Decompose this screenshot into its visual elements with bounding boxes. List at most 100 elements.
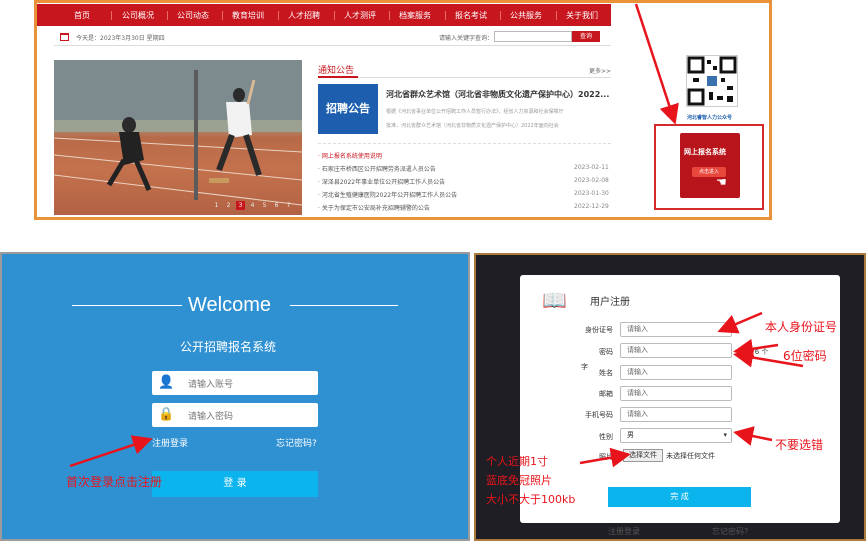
- carousel-page-4[interactable]: 4: [248, 201, 257, 210]
- carousel-page-5[interactable]: 5: [260, 201, 269, 210]
- entry-title: 网上报名系统: [684, 148, 726, 156]
- news-date: 2023-01-30: [574, 190, 609, 197]
- name-label: 姓名: [599, 369, 613, 377]
- main-nav-bar: 首页 公司概况 公司动态 教育培训 人才招聘 人才测评 档案服务 报名考试 公共…: [37, 4, 611, 26]
- carousel-photo[interactable]: 1 2 3 4 5 6 7: [54, 60, 302, 215]
- hand-cursor-icon: ☚: [716, 175, 727, 189]
- nav-item-exam[interactable]: 报名考试: [455, 10, 487, 21]
- register-password-input[interactable]: 请输入: [620, 343, 732, 358]
- nav-item-company[interactable]: 公司概况: [122, 10, 154, 21]
- nav-item-about[interactable]: 关于我们: [566, 10, 598, 21]
- news-date: 2023-02-08: [574, 177, 609, 184]
- search-button[interactable]: 查询: [572, 31, 600, 42]
- email-label: 邮箱: [599, 390, 613, 398]
- book-icon: 📖: [542, 288, 567, 312]
- nav-separator: [111, 11, 112, 20]
- news-item[interactable]: · 石家庄市桥西区公开招聘劳务派遣人员公告: [318, 164, 436, 173]
- gender-select[interactable]: 男 ▾: [620, 428, 732, 443]
- nav-separator: [445, 11, 446, 20]
- nav-item-archives[interactable]: 档案服务: [399, 10, 431, 21]
- account-input[interactable]: 👤 请输入账号: [152, 371, 318, 395]
- nav-item-assessment[interactable]: 人才测评: [344, 10, 376, 21]
- password-label: 密码: [599, 348, 613, 356]
- email-input[interactable]: 请输入: [620, 386, 732, 401]
- phone-label: 手机号码: [585, 411, 613, 419]
- news-date: 2022-12-29: [574, 203, 609, 210]
- annotation-photo-line3: 大小不大于100kb: [486, 493, 576, 506]
- annotation-photo-line1: 个人近期1寸: [486, 455, 548, 468]
- gender-value: 男: [627, 431, 634, 439]
- qr-code-icon: [686, 55, 738, 107]
- carousel-page-1[interactable]: 1: [212, 201, 221, 210]
- nav-item-news[interactable]: 公司动态: [177, 10, 209, 21]
- nav-separator: [556, 11, 557, 20]
- carousel-page-7[interactable]: 7: [284, 201, 293, 210]
- password-input[interactable]: 🔒 请输入密码: [152, 403, 318, 427]
- account-placeholder: 请输入账号: [188, 380, 234, 390]
- notice-divider: [318, 77, 611, 78]
- register-login-link[interactable]: 注册登录: [152, 436, 188, 449]
- dropdown-arrow-icon: ▾: [723, 431, 727, 439]
- news-item[interactable]: · 深泽县2022年事业单位公开招聘工作人员公告: [318, 177, 445, 186]
- nav-separator: [222, 11, 223, 20]
- news-item[interactable]: · 关于为保定市公安局补充招聘辅警的公告: [318, 203, 430, 212]
- keyword-search-input[interactable]: [494, 31, 572, 42]
- track-photo-illustration: [54, 60, 302, 206]
- nav-separator: [167, 11, 168, 20]
- welcome-heading: Welcome: [188, 294, 271, 316]
- welcome-line-left: [72, 305, 182, 306]
- calendar-icon: [60, 33, 69, 41]
- online-registration-entry[interactable]: 网上报名系统 点击进入 ☚: [680, 133, 740, 198]
- nav-item-public[interactable]: 公共服务: [510, 10, 542, 21]
- name-input[interactable]: 请输入: [620, 365, 732, 380]
- password-placeholder: 请输入密码: [188, 412, 234, 422]
- recruit-banner-image[interactable]: 招聘公告: [318, 84, 378, 134]
- annotation-gender: 不要选错: [775, 438, 824, 452]
- date-search-bar: 今天是：2023年3月30日 星期四 请输入关键字查询： 查询: [54, 30, 611, 46]
- login-button[interactable]: 登 录: [152, 471, 318, 497]
- nav-separator: [334, 11, 335, 20]
- current-date: 今天是：2023年3月30日 星期四: [76, 35, 165, 42]
- complete-button[interactable]: 完 成: [608, 487, 751, 507]
- news-divider: [318, 143, 611, 144]
- carousel-page-6[interactable]: 6: [272, 201, 281, 210]
- file-status: 未选择任何文件: [666, 452, 715, 460]
- annotation-password: 6位密码: [783, 349, 827, 363]
- bottom-forgot-link[interactable]: 忘记密码?: [712, 526, 748, 537]
- headline-summary-line1: 根据《河北省事业单位公开招聘工作人员暂行办法》，经省人力资源和社会保障厅: [386, 109, 564, 115]
- carousel-page-2[interactable]: 2: [224, 201, 233, 210]
- id-number-input[interactable]: 请输入: [620, 322, 732, 337]
- annotation-first-login: 首次登录点击注册: [66, 475, 163, 489]
- more-link[interactable]: 更多>>: [589, 66, 611, 75]
- nav-item-training[interactable]: 教育培训: [232, 10, 264, 21]
- news-item[interactable]: · 网上报名系统使用说明: [318, 151, 382, 160]
- lock-icon: 🔒: [158, 407, 175, 422]
- annotation-id: 本人身份证号: [765, 320, 838, 334]
- notice-section-title: 通知公告: [318, 66, 355, 76]
- bottom-register-link[interactable]: 注册登录: [608, 526, 640, 537]
- user-icon: 👤: [158, 375, 175, 390]
- notice-tab-underline: [318, 76, 358, 78]
- register-title: 用户注册: [590, 297, 630, 308]
- nav-separator: [278, 11, 279, 20]
- welcome-line-right: [290, 305, 398, 306]
- search-label: 请输入关键字查询：: [439, 35, 494, 42]
- photo-label: 照片: [599, 453, 613, 461]
- id-number-label: 身份证号: [585, 326, 613, 334]
- carousel-page-3-active[interactable]: 3: [236, 201, 245, 210]
- system-subtitle: 公开招聘报名系统: [180, 340, 277, 354]
- gender-label: 性别: [599, 433, 613, 441]
- forgot-password-link[interactable]: 忘记密码?: [276, 436, 317, 449]
- nav-item-recruit[interactable]: 人才招聘: [288, 10, 320, 21]
- headline-link[interactable]: 河北省群众艺术馆（河北省非物质文化遗产保护中心）2022...: [386, 89, 609, 100]
- qr-pattern: [687, 56, 737, 106]
- news-date: 2023-02-11: [574, 164, 609, 171]
- password-hint: *最少 6 个: [735, 348, 769, 356]
- annotation-photo-line2: 蓝底免冠照片: [486, 474, 552, 487]
- choose-file-button[interactable]: 选择文件: [623, 449, 663, 462]
- nav-item-home[interactable]: 首页: [74, 10, 90, 21]
- phone-input[interactable]: 请输入: [620, 407, 732, 422]
- nav-separator: [389, 11, 390, 20]
- headline-summary-line2: 批准，河北省群众艺术馆（河北省非物质文化遗产保护中心）2022年面向社会: [386, 123, 559, 129]
- news-item[interactable]: · 河北省生殖健康医院2022年公开招聘工作人员公告: [318, 190, 457, 199]
